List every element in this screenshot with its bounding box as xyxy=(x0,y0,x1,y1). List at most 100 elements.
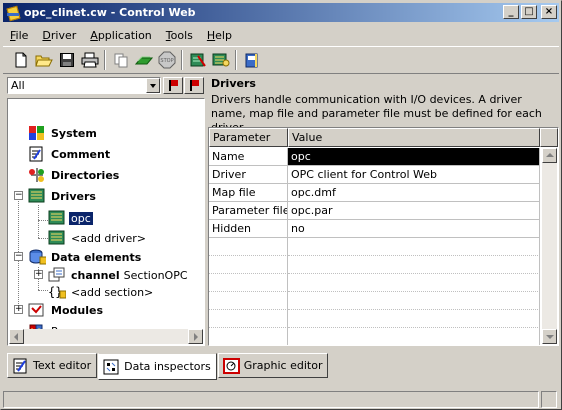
close-button[interactable]: × xyxy=(541,5,557,19)
tree-item-add-section[interactable]: {} <add section> xyxy=(48,283,155,301)
table-row[interactable]: Map file opc.dmf xyxy=(209,184,540,202)
copy-icon[interactable] xyxy=(109,49,132,71)
cell-value[interactable]: opc.dmf xyxy=(288,184,540,202)
tree-line xyxy=(38,205,39,238)
tree-item-channel[interactable]: channel SectionOPC xyxy=(48,266,190,284)
properties-panel: Drivers Drivers handle communication wit… xyxy=(208,76,559,346)
tree-item-drivers[interactable]: Drivers xyxy=(28,187,98,205)
tree-item-modules[interactable]: Modules xyxy=(28,301,105,319)
tree-item-data-elements[interactable]: Data elements xyxy=(28,248,143,266)
empty-cell xyxy=(288,310,540,328)
tree-item-system[interactable]: System xyxy=(28,124,99,142)
tree-line xyxy=(38,220,48,221)
chevron-down-icon[interactable] xyxy=(146,78,160,93)
tree-item-driver-opc[interactable]: opc xyxy=(48,209,93,227)
empty-row xyxy=(209,310,540,328)
cell-value[interactable]: opc.par xyxy=(288,202,540,220)
menu-application[interactable]: Application xyxy=(83,27,158,44)
cell-value[interactable]: OPC client for Control Web xyxy=(288,166,540,184)
filter-combobox[interactable]: All xyxy=(7,77,161,94)
tree-horizontal-scrollbar[interactable] xyxy=(9,329,203,344)
help-book-icon[interactable] xyxy=(240,49,263,71)
expander-data-elements[interactable]: − xyxy=(14,252,23,261)
empty-cell xyxy=(288,256,540,274)
empty-row xyxy=(209,274,540,292)
directories-icon xyxy=(29,168,44,182)
tab-graphic-editor[interactable]: Graphic editor xyxy=(217,353,329,378)
menu-tools[interactable]: Tools xyxy=(159,27,200,44)
toolbar-separator xyxy=(104,50,106,70)
grid-vertical-scrollbar[interactable] xyxy=(542,148,557,344)
empty-row xyxy=(209,292,540,310)
print-icon[interactable] xyxy=(78,49,101,71)
column-header-value[interactable]: Value xyxy=(288,128,540,147)
empty-cell xyxy=(209,292,288,310)
menu-file[interactable]: File xyxy=(3,27,35,44)
driver-settings-icon[interactable] xyxy=(209,49,232,71)
tree-line xyxy=(38,238,48,239)
table-row[interactable]: Parameter file opc.par xyxy=(209,202,540,220)
menu-driver[interactable]: Driver xyxy=(35,27,83,44)
run-icon[interactable] xyxy=(132,49,155,71)
title-bar[interactable]: opc_clinet.cw - Control Web _ □ × xyxy=(3,3,559,22)
filter-value: All xyxy=(11,79,25,92)
flag-next-button[interactable] xyxy=(184,77,204,94)
flag-icon xyxy=(190,80,199,91)
graphic-editor-icon xyxy=(222,357,240,374)
save-icon[interactable] xyxy=(55,49,78,71)
driver-icon xyxy=(48,230,65,245)
project-tree[interactable]: System Comment Directories − Drivers opc xyxy=(7,98,205,346)
scroll-left-icon[interactable] xyxy=(9,329,24,344)
empty-cell xyxy=(288,292,540,310)
svg-text:STOP: STOP xyxy=(160,58,173,64)
menu-bar: File Driver Application Tools Help xyxy=(3,25,239,45)
cell-parameter: Hidden xyxy=(209,220,288,238)
scroll-up-icon[interactable] xyxy=(542,148,557,163)
check-driver-icon[interactable] xyxy=(186,49,209,71)
menu-help[interactable]: Help xyxy=(200,27,239,44)
scroll-down-icon[interactable] xyxy=(542,329,557,344)
properties-grid[interactable]: Parameter Value Name opc Driver OPC clie… xyxy=(208,127,559,346)
empty-cell xyxy=(209,310,288,328)
modules-icon xyxy=(28,303,44,317)
tree-item-add-driver[interactable]: <add driver> xyxy=(48,229,148,247)
resize-grip[interactable] xyxy=(541,391,557,408)
tree-item-comment[interactable]: Comment xyxy=(28,145,112,163)
minimize-button[interactable]: _ xyxy=(503,5,519,19)
stop-icon[interactable]: STOP xyxy=(155,49,178,71)
expander-drivers[interactable]: − xyxy=(14,191,23,200)
tab-text-editor[interactable]: Text editor xyxy=(7,353,98,378)
table-row[interactable]: Driver OPC client for Control Web xyxy=(209,166,540,184)
cell-value[interactable]: no xyxy=(288,220,540,238)
empty-cell xyxy=(288,238,540,256)
grid-header: Parameter Value xyxy=(209,128,558,147)
cell-parameter: Driver xyxy=(209,166,288,184)
column-header-parameter[interactable]: Parameter xyxy=(209,128,288,147)
empty-cell xyxy=(209,238,288,256)
tab-data-inspectors[interactable]: Data inspectors xyxy=(98,353,217,380)
scroll-right-icon[interactable] xyxy=(188,329,203,344)
section-icon: {} xyxy=(48,285,66,299)
cell-parameter: Map file xyxy=(209,184,288,202)
open-folder-icon[interactable] xyxy=(32,49,55,71)
empty-cell xyxy=(209,274,288,292)
table-row[interactable]: Hidden no xyxy=(209,220,540,238)
empty-cell xyxy=(288,328,540,345)
flag-prev-button[interactable] xyxy=(163,77,183,94)
expander-channel[interactable]: + xyxy=(34,270,43,279)
app-icon[interactable] xyxy=(5,5,21,21)
system-icon xyxy=(29,126,44,140)
expander-modules[interactable]: + xyxy=(14,305,23,314)
channel-icon xyxy=(48,267,65,282)
tree-item-directories[interactable]: Directories xyxy=(28,166,121,184)
maximize-button[interactable]: □ xyxy=(521,5,537,19)
cell-value[interactable]: opc xyxy=(288,148,540,166)
empty-cell xyxy=(288,274,540,292)
editor-tabs: Text editor Data inspectors Graphic edit… xyxy=(7,353,329,380)
empty-cell xyxy=(209,256,288,274)
table-row[interactable]: Name opc xyxy=(209,148,540,166)
new-file-icon[interactable] xyxy=(9,49,32,71)
driver-icon xyxy=(48,210,65,225)
comment-icon xyxy=(29,146,43,162)
empty-cell xyxy=(209,328,288,345)
